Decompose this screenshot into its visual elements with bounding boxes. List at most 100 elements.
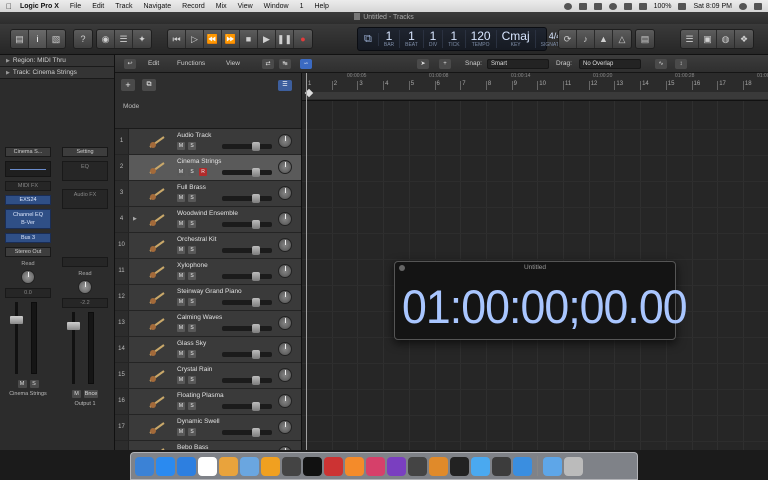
menu-app[interactable]: Logic Pro X — [20, 3, 59, 10]
pan-knob[interactable] — [78, 280, 92, 294]
audio-fx-slot[interactable]: Audio FX — [62, 189, 108, 209]
track-pan-knob[interactable] — [278, 316, 292, 330]
dock-logic-pro-icon[interactable] — [408, 456, 427, 476]
mute-button[interactable]: M — [177, 246, 185, 254]
mute-button[interactable]: M — [177, 324, 185, 332]
volume-fader[interactable] — [62, 312, 108, 386]
track-name[interactable]: Calming Waves — [177, 314, 222, 321]
lcd-key[interactable]: Cmaj KEY — [497, 30, 536, 48]
library-icon[interactable]: ▤ — [11, 30, 29, 48]
dock-preview-icon[interactable] — [240, 456, 259, 476]
spotlight-icon[interactable] — [739, 2, 747, 10]
mute-button[interactable]: M — [177, 194, 185, 202]
region-header[interactable]: ▶ Region: MIDI Thru — [0, 55, 114, 67]
menu-file[interactable]: File — [70, 3, 81, 10]
waveform-zoom-icon[interactable]: ∿ — [655, 59, 667, 69]
track-name[interactable]: Crystal Rain — [177, 366, 212, 373]
output-slot[interactable] — [62, 257, 108, 267]
track-name[interactable]: Woodwind Ensemble — [177, 210, 238, 217]
mute-button[interactable]: M — [72, 390, 81, 398]
rewind-icon[interactable]: ⏪ — [204, 30, 222, 48]
toolbar-icon[interactable]: ▧ — [47, 30, 65, 48]
track-header[interactable]: ▶ Track: Cinema Strings — [0, 67, 114, 79]
track-name[interactable]: Floating Plasma — [177, 392, 224, 399]
track-volume-slider[interactable] — [222, 350, 272, 359]
track-name[interactable]: Dynamic Swell — [177, 418, 220, 425]
mute-button[interactable]: M — [177, 142, 185, 150]
track-pan-knob[interactable] — [278, 342, 292, 356]
track-pan-knob[interactable] — [278, 238, 292, 252]
track-pan-knob[interactable] — [278, 420, 292, 434]
record-enable-button[interactable]: R — [199, 168, 207, 176]
midi-fx-slot[interactable]: MIDI FX — [5, 181, 51, 191]
track-row[interactable]: 3 Full Brass M S — [115, 181, 301, 207]
setting-button[interactable]: Setting — [62, 147, 108, 157]
pause-icon[interactable]: ❚❚ — [276, 30, 294, 48]
playhead[interactable] — [306, 73, 307, 450]
dock-app-store-icon[interactable] — [156, 456, 175, 476]
drag-select[interactable]: No Overlap — [579, 59, 641, 69]
pointer-tool-icon[interactable]: ➤ — [417, 59, 429, 69]
loops-icon[interactable]: ◍ — [717, 30, 735, 48]
tuner-icon[interactable]: ♪ — [577, 30, 595, 48]
solo-button[interactable]: S — [188, 376, 196, 384]
track-row[interactable]: 2 Cinema Strings M S R — [115, 155, 301, 181]
notification-center-icon[interactable] — [754, 2, 762, 10]
track-row[interactable]: 15 Crystal Rain M S — [115, 363, 301, 389]
play-from-start-icon[interactable]: ▷ — [186, 30, 204, 48]
lcd-bar[interactable]: 1 BAR — [379, 30, 401, 48]
dock-documents-icon[interactable] — [513, 456, 532, 476]
mute-button[interactable]: M — [177, 168, 185, 176]
track-volume-slider[interactable] — [222, 194, 272, 203]
track-name[interactable]: Glass Sky — [177, 340, 206, 347]
track-pan-knob[interactable] — [278, 290, 292, 304]
track-pan-knob[interactable] — [278, 264, 292, 278]
mute-button[interactable]: M — [177, 428, 185, 436]
dock-trash-icon[interactable] — [564, 456, 583, 476]
solo-button[interactable]: S — [188, 428, 196, 436]
edit-menu[interactable]: Edit — [148, 59, 159, 69]
menu-navigate[interactable]: Navigate — [144, 3, 172, 10]
fader-cap[interactable] — [67, 322, 80, 330]
dock-finder-icon[interactable] — [135, 456, 154, 476]
fast-forward-icon[interactable]: ⏩ — [222, 30, 240, 48]
automation-mode[interactable]: Read — [62, 271, 108, 277]
solo-button[interactable]: S — [188, 272, 196, 280]
lcd-beat[interactable]: 1 BEAT — [400, 30, 424, 48]
track-name[interactable]: Cinema Strings — [177, 158, 221, 165]
info-icon[interactable]: i — [29, 30, 47, 48]
track-row[interactable]: 17 Dynamic Swell M S — [115, 415, 301, 441]
track-row[interactable]: 12 Steinway Grand Piano M S — [115, 285, 301, 311]
track-pan-knob[interactable] — [278, 394, 292, 408]
notepad-icon[interactable]: ▤ — [636, 30, 654, 48]
track-volume-slider[interactable] — [222, 246, 272, 255]
track-pan-knob[interactable] — [278, 134, 292, 148]
lcd-display[interactable]: ⧉ 1 BAR 1 BEAT 1 DIV 1 TICK 120 TEMPO Cmaj KEY… — [357, 27, 569, 51]
track-pan-knob[interactable] — [278, 160, 292, 174]
global-tracks-button[interactable]: ☰ — [278, 80, 292, 91]
menu-record[interactable]: Record — [182, 3, 205, 10]
metronome-icon[interactable]: △ — [613, 30, 631, 48]
wifi-icon[interactable] — [623, 2, 632, 10]
dock-live-icon[interactable] — [303, 456, 322, 476]
track-row[interactable]: 16 Floating Plasma M S — [115, 389, 301, 415]
cycle-area[interactable] — [306, 92, 768, 99]
mute-button[interactable]: M — [177, 272, 185, 280]
mute-button[interactable]: M — [177, 298, 185, 306]
pencil-tool-icon[interactable]: + — [439, 59, 451, 69]
mute-button[interactable]: M — [17, 380, 27, 388]
snap-select[interactable]: Smart — [487, 59, 549, 69]
fader-cap[interactable] — [10, 316, 23, 324]
lcd-tick[interactable]: 1 TICK — [443, 30, 466, 48]
close-icon[interactable] — [399, 265, 405, 271]
track-pan-knob[interactable] — [278, 368, 292, 382]
track-volume-slider[interactable] — [222, 272, 272, 281]
solo-button[interactable]: S — [188, 350, 196, 358]
stop-icon[interactable]: ■ — [240, 30, 258, 48]
record-icon[interactable]: ● — [294, 30, 312, 48]
dock-photos-icon[interactable] — [219, 456, 238, 476]
disclosure-triangle-icon[interactable]: ▶ — [133, 216, 137, 222]
track-pan-knob[interactable] — [278, 212, 292, 226]
track-row[interactable]: 13 Calming Waves M S — [115, 311, 301, 337]
track-name[interactable]: Audio Track — [177, 132, 211, 139]
